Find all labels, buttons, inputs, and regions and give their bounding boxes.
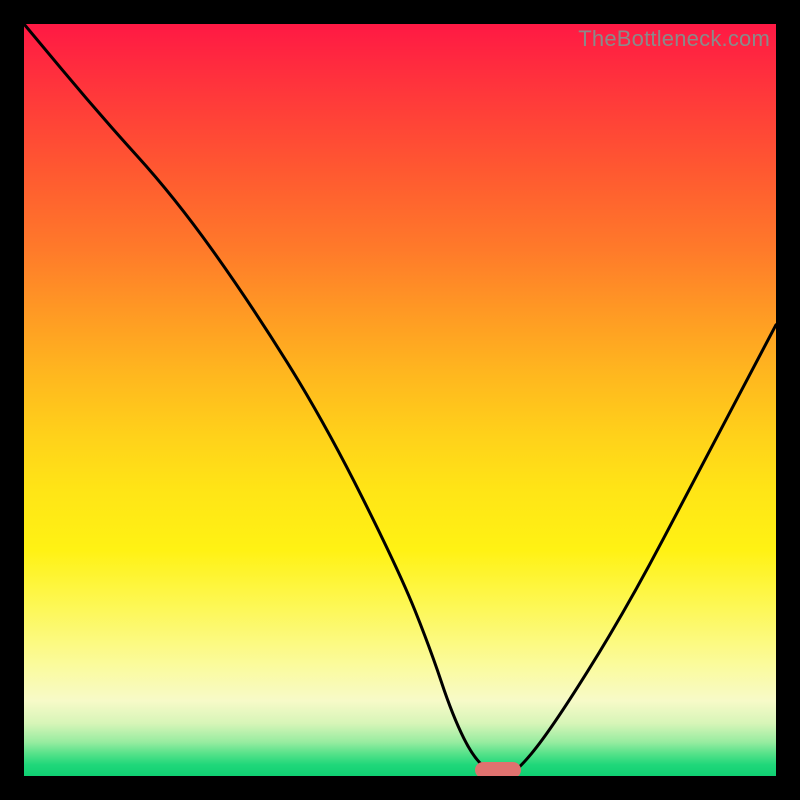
chart-frame: TheBottleneck.com bbox=[0, 0, 800, 800]
optimum-marker bbox=[475, 762, 521, 776]
plot-area: TheBottleneck.com bbox=[24, 24, 776, 776]
curve-line bbox=[24, 24, 776, 776]
